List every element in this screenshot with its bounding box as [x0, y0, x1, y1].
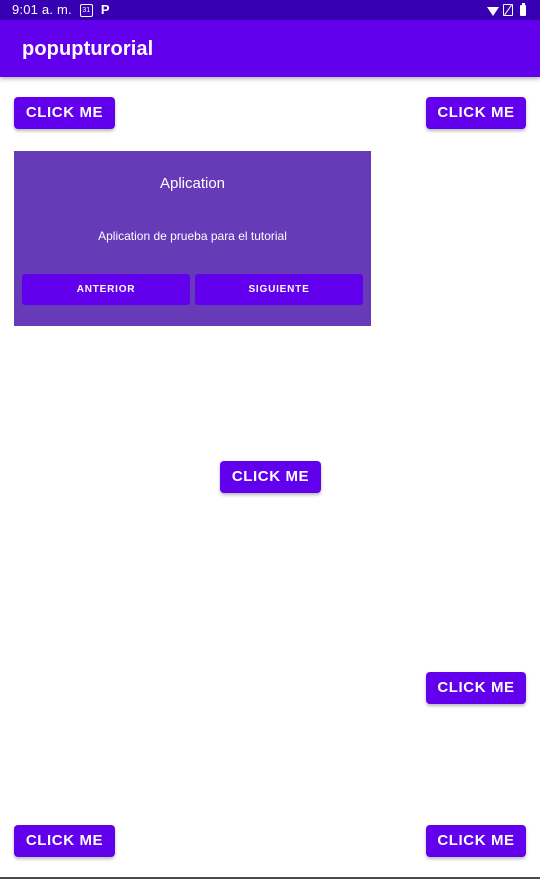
status-right-group — [487, 0, 526, 20]
click-me-button-center[interactable]: CLICK ME — [220, 461, 321, 493]
app-bar: popupturorial — [0, 20, 540, 77]
previous-button[interactable]: ANTERIOR — [22, 274, 190, 305]
click-me-button-top-right[interactable]: CLICK ME — [426, 97, 526, 129]
popup-message: Aplication de prueba para el tutorial — [98, 229, 287, 243]
status-time: 9:01 a. m. — [12, 2, 72, 17]
click-me-button-lower-right[interactable]: CLICK ME — [426, 672, 526, 704]
p-icon: P — [100, 2, 110, 17]
click-me-button-bottom-right[interactable]: CLICK ME — [426, 825, 526, 857]
app-title: popupturorial — [22, 38, 154, 60]
calendar-notification-icon: 31 — [79, 3, 93, 17]
no-sim-icon — [503, 4, 513, 16]
wifi-icon — [487, 6, 499, 16]
battery-icon — [520, 2, 526, 16]
tutorial-popup: Aplication Aplication de prueba para el … — [14, 151, 371, 326]
click-me-button-top-left[interactable]: CLICK ME — [14, 97, 115, 129]
status-left-group: 9:01 a. m. 31 P — [12, 0, 109, 20]
next-button[interactable]: SIGUIENTE — [195, 274, 363, 305]
popup-title: Aplication — [159, 175, 226, 192]
click-me-button-bottom-left[interactable]: CLICK ME — [14, 825, 115, 857]
status-bar: 9:01 a. m. 31 P — [0, 0, 540, 20]
